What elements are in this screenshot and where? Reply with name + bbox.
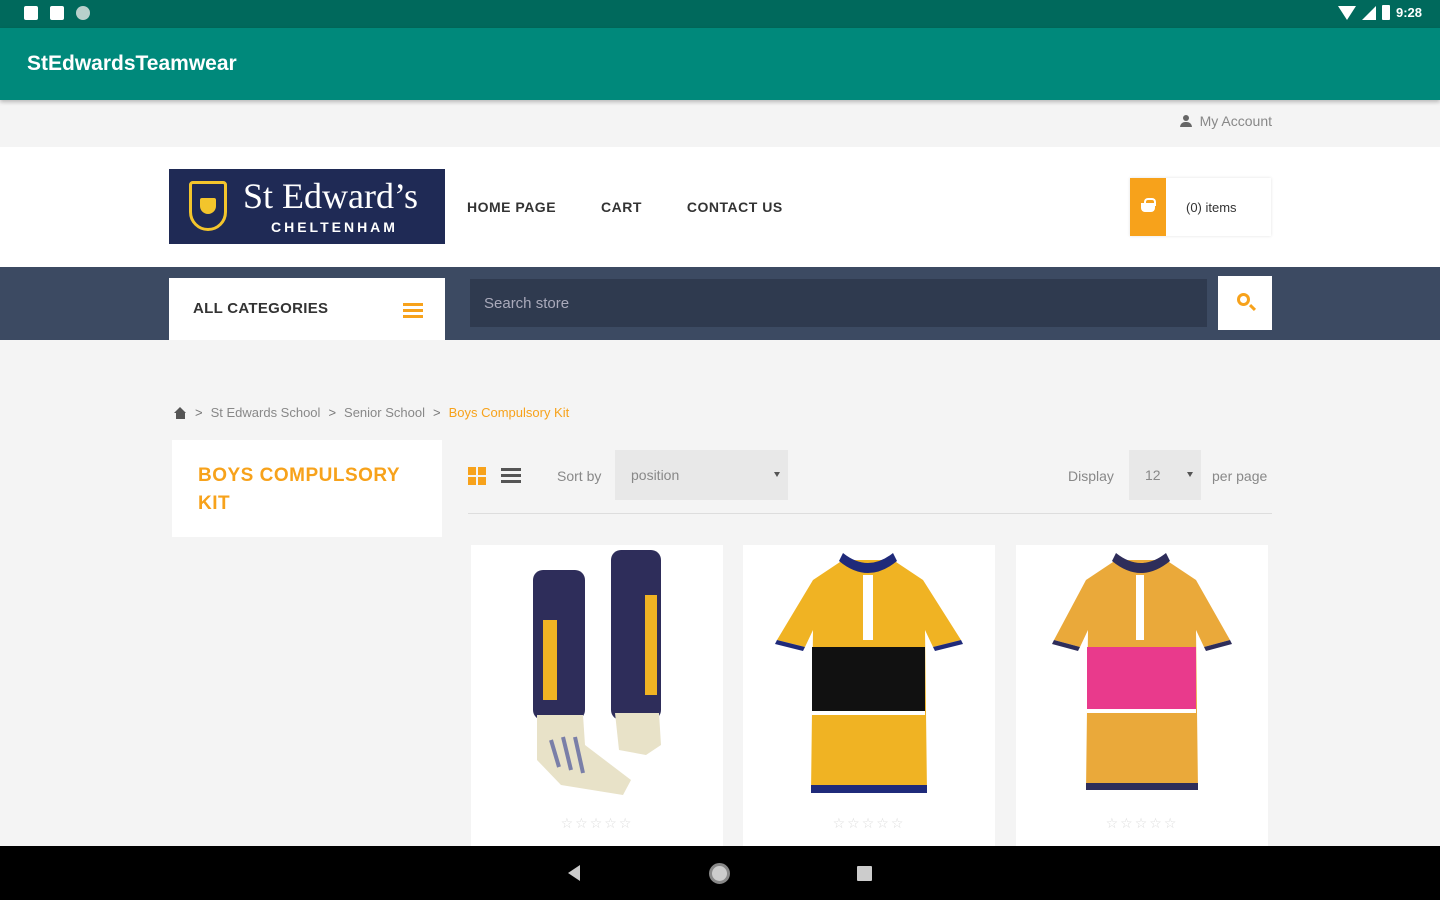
top-links-bar: My Account [0,100,1440,147]
sort-by-label: Sort by [557,468,602,484]
breadcrumb-item[interactable]: Senior School [344,405,425,420]
category-title-box: BOYS COMPULSORY KIT [172,440,442,537]
user-icon [1179,115,1192,127]
site-header: St Edward’s CHELTENHAM HOME PAGE CART CO… [0,147,1440,267]
my-account-label: My Account [1199,113,1272,129]
cart-icon-box [1130,178,1166,236]
search-input[interactable] [470,279,1207,327]
notification-icon [24,6,38,20]
socks-image[interactable] [471,545,723,815]
breadcrumb-current: Boys Compulsory Kit [448,405,570,420]
display-label: Display [1068,468,1114,484]
product-toolbar: Sort by position Display 12 per page [468,450,1272,514]
hamburger-icon [403,303,423,319]
product-card[interactable]: ☆☆☆☆☆ [1016,545,1268,846]
home-icon[interactable] [174,406,187,419]
system-icons: 9:28 [1337,5,1422,20]
signal-icon [1361,5,1376,20]
chevron-down-icon [774,472,780,477]
per-page-label: per page [1212,468,1268,484]
webview[interactable]: My Account St Edward’s CHELTENHAM HOME P… [0,100,1440,846]
app-title: StEdwardsTeamwear [27,52,237,75]
nav-home-page[interactable]: HOME PAGE [467,199,556,215]
sort-by-select[interactable]: position [615,450,788,500]
app-bar: StEdwardsTeamwear [0,28,1440,100]
cart-count: (0) items [1186,200,1237,215]
product-rating: ☆☆☆☆☆ [560,815,634,831]
sync-icon [76,6,90,20]
list-view-icon[interactable] [501,468,521,484]
school-crest-icon [189,181,227,231]
product-rating: ☆☆☆☆☆ [832,815,906,831]
breadcrumb-separator: > [432,405,441,420]
battery-icon [1381,5,1390,20]
logo-wordmark: St Edward’s [243,176,418,216]
back-icon[interactable] [568,865,580,881]
black-hoop-shirt-image[interactable] [743,545,995,815]
breadcrumb-item[interactable]: St Edwards School [211,405,321,420]
nav-cart[interactable]: CART [601,199,642,215]
search-button[interactable] [1218,276,1272,330]
main-nav: HOME PAGE CART CONTACT US [467,199,783,215]
notification-icons [24,6,90,20]
product-card[interactable]: ☆☆☆☆☆ [743,545,995,846]
site-logo[interactable]: St Edward’s CHELTENHAM [169,169,445,244]
product-card[interactable]: ☆☆☆☆☆ [471,545,723,846]
breadcrumb: > St Edwards School > Senior School > Bo… [174,405,569,420]
recents-icon[interactable] [857,866,872,881]
page-size-value: 12 [1145,467,1161,483]
product-rating: ☆☆☆☆☆ [1105,815,1179,831]
wifi-icon [1337,5,1356,20]
breadcrumb-separator: > [195,405,203,420]
mini-cart-button[interactable]: (0) items [1130,178,1271,236]
clock: 9:28 [1395,5,1422,20]
grid-view-icon[interactable] [468,467,486,485]
category-title: BOYS COMPULSORY KIT [198,465,400,514]
breadcrumb-separator: > [328,405,337,420]
chevron-down-icon [1187,472,1193,477]
search-band: ALL CATEGORIES [0,267,1440,340]
home-button-icon[interactable] [709,863,730,884]
status-bar: 9:28 [0,0,1440,28]
sd-card-icon [50,6,64,20]
search-icon [1237,293,1250,306]
pink-hoop-shirt-image[interactable] [1016,545,1268,815]
sort-by-value: position [631,467,680,483]
my-account-link[interactable]: My Account [1179,113,1272,129]
logo-subtitle: CHELTENHAM [271,219,398,235]
page-size-select[interactable]: 12 [1129,450,1201,500]
basket-icon [1141,198,1156,212]
all-categories-menu[interactable]: ALL CATEGORIES [169,278,445,340]
system-nav-bar [0,846,1440,900]
nav-contact-us[interactable]: CONTACT US [687,199,783,215]
categories-label: ALL CATEGORIES [193,300,329,317]
